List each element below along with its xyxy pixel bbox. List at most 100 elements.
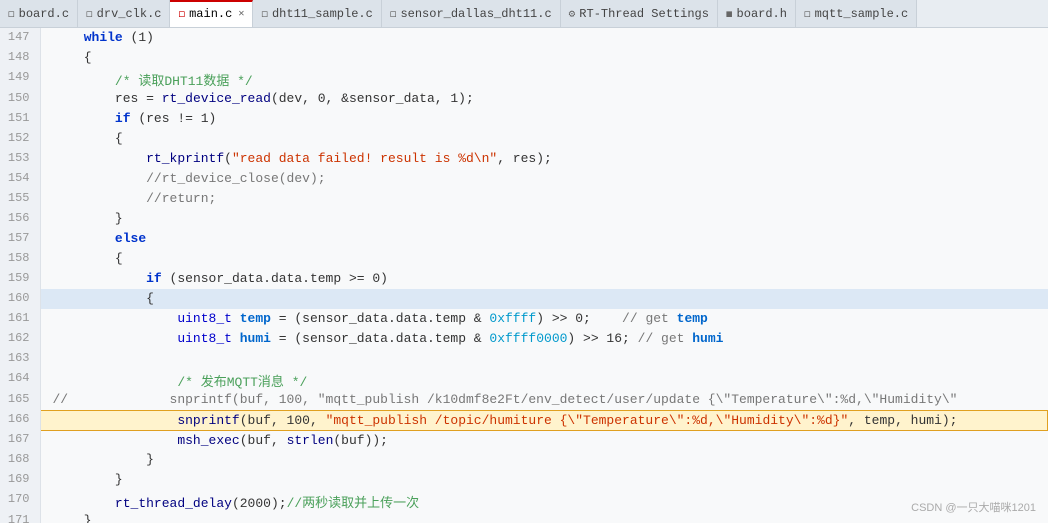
tab-label: board.c — [19, 7, 69, 21]
code-line: snprintf(buf, 100, "mqtt_publish /topic/… — [40, 410, 1048, 430]
code-line: uint8_t temp = (sensor_data.data.temp & … — [40, 309, 1048, 329]
tab-board-c[interactable]: ◻ board.c — [0, 0, 78, 28]
table-row: 170 rt_thread_delay(2000);//两秒读取并上传一次 — [0, 490, 1048, 511]
table-row: 157 else — [0, 229, 1048, 249]
line-number: 150 — [0, 89, 40, 109]
line-number: 169 — [0, 470, 40, 490]
code-line: /* 读取DHT11数据 */ — [40, 68, 1048, 89]
tab-rt-thread-settings[interactable]: ⚙RT-Thread Settings — [561, 0, 718, 28]
line-number: 151 — [0, 109, 40, 129]
tab-dht11-sample-c[interactable]: ◻ dht11_sample.c — [253, 0, 381, 28]
table-row: 169 } — [0, 470, 1048, 490]
tab-sensor-dallas-dht11-c[interactable]: ◻sensor_dallas_dht11.c — [382, 0, 561, 28]
code-line: } — [40, 511, 1048, 523]
code-line: // snprintf(buf, 100, "mqtt_publish /k10… — [40, 390, 1048, 410]
line-number: 171 — [0, 511, 40, 523]
code-line: rt_thread_delay(2000);//两秒读取并上传一次 — [40, 490, 1048, 511]
tab-label: dht11_sample.c — [272, 7, 373, 21]
table-row: 165// snprintf(buf, 100, "mqtt_publish /… — [0, 390, 1048, 410]
line-number: 168 — [0, 450, 40, 470]
table-row: 147 while (1) — [0, 28, 1048, 48]
table-row: 162 uint8_t humi = (sensor_data.data.tem… — [0, 329, 1048, 349]
table-row: 164 /* 发布MQTT消息 */ — [0, 369, 1048, 390]
line-number: 162 — [0, 329, 40, 349]
code-line: msh_exec(buf, strlen(buf)); — [40, 430, 1048, 450]
code-line: /* 发布MQTT消息 */ — [40, 369, 1048, 390]
line-number: 153 — [0, 149, 40, 169]
c-file-icon: ◻ — [261, 7, 268, 21]
code-line — [40, 349, 1048, 369]
table-row: 158 { — [0, 249, 1048, 269]
line-number: 167 — [0, 430, 40, 450]
code-line: { — [40, 129, 1048, 149]
code-line: } — [40, 450, 1048, 470]
code-line: } — [40, 470, 1048, 490]
table-row: 167 msh_exec(buf, strlen(buf)); — [0, 430, 1048, 450]
c-file-icon: ◻ — [390, 7, 397, 21]
code-line: if (res != 1) — [40, 109, 1048, 129]
c-file-icon: ◻ — [178, 7, 185, 21]
line-number: 158 — [0, 249, 40, 269]
table-row: 152 { — [0, 129, 1048, 149]
table-row: 168 } — [0, 450, 1048, 470]
code-line: uint8_t humi = (sensor_data.data.temp & … — [40, 329, 1048, 349]
table-row: 153 rt_kprintf("read data failed! result… — [0, 149, 1048, 169]
code-line: if (sensor_data.data.temp >= 0) — [40, 269, 1048, 289]
c-file-icon: ◻ — [8, 7, 15, 21]
table-row: 166 snprintf(buf, 100, "mqtt_publish /to… — [0, 410, 1048, 430]
c-file-icon: ◻ — [86, 7, 93, 21]
code-line: while (1) — [40, 28, 1048, 48]
close-icon[interactable]: ✕ — [238, 8, 244, 20]
table-row: 151 if (res != 1) — [0, 109, 1048, 129]
table-row: 161 uint8_t temp = (sensor_data.data.tem… — [0, 309, 1048, 329]
tab-label: RT-Thread Settings — [579, 7, 709, 21]
c-file-icon: ◻ — [804, 7, 811, 21]
code-line: { — [40, 48, 1048, 68]
code-line: else — [40, 229, 1048, 249]
line-number: 161 — [0, 309, 40, 329]
line-number: 152 — [0, 129, 40, 149]
line-number: 155 — [0, 189, 40, 209]
code-line: { — [40, 249, 1048, 269]
line-number: 159 — [0, 269, 40, 289]
table-row: 154 //rt_device_close(dev); — [0, 169, 1048, 189]
tab-label: mqtt_sample.c — [815, 7, 909, 21]
watermark: CSDN @一只大喵咪1201 — [911, 499, 1036, 515]
line-number: 148 — [0, 48, 40, 68]
table-row: 163 — [0, 349, 1048, 369]
table-row: 171 } — [0, 511, 1048, 523]
tab-bar: ◻ board.c ◻ drv_clk.c ◻ main.c ✕ ◻ dht11_sample.… — [0, 0, 1048, 28]
code-line: //rt_device_close(dev); — [40, 169, 1048, 189]
line-number: 147 — [0, 28, 40, 48]
tab-label: drv_clk.c — [97, 7, 162, 21]
table-row: 149 /* 读取DHT11数据 */ — [0, 68, 1048, 89]
table-row: 150 res = rt_device_read(dev, 0, &sensor… — [0, 89, 1048, 109]
table-row: 148 { — [0, 48, 1048, 68]
line-number: 149 — [0, 68, 40, 89]
tab-mqtt-sample-c[interactable]: ◻ mqtt_sample.c — [796, 0, 917, 28]
code-line: rt_kprintf("read data failed! result is … — [40, 149, 1048, 169]
settings-icon: ⚙ — [569, 7, 576, 21]
code-line: res = rt_device_read(dev, 0, &sensor_dat… — [40, 89, 1048, 109]
code-line: { — [40, 289, 1048, 309]
line-number: 163 — [0, 349, 40, 369]
line-number: 165 — [0, 390, 40, 410]
line-number: 157 — [0, 229, 40, 249]
tab-label: board.h — [737, 7, 787, 21]
code-line: //return; — [40, 189, 1048, 209]
line-number: 154 — [0, 169, 40, 189]
line-number: 156 — [0, 209, 40, 229]
table-row: 155 //return; — [0, 189, 1048, 209]
editor: 147 while (1)148 {149 /* 读取DHT11数据 */150… — [0, 28, 1048, 523]
table-row: 159 if (sensor_data.data.temp >= 0) — [0, 269, 1048, 289]
code-line: } — [40, 209, 1048, 229]
h-file-icon: ◼ — [726, 7, 733, 21]
line-number: 160 — [0, 289, 40, 309]
tab-main-c[interactable]: ◻ main.c ✕ — [170, 0, 253, 28]
tab-drv-clk-c[interactable]: ◻ drv_clk.c — [78, 0, 170, 28]
table-row: 160 { — [0, 289, 1048, 309]
line-number: 166 — [0, 410, 40, 430]
tab-label: main.c — [189, 7, 232, 21]
line-number: 170 — [0, 490, 40, 511]
tab-board-h[interactable]: ◼ board.h — [718, 0, 796, 28]
